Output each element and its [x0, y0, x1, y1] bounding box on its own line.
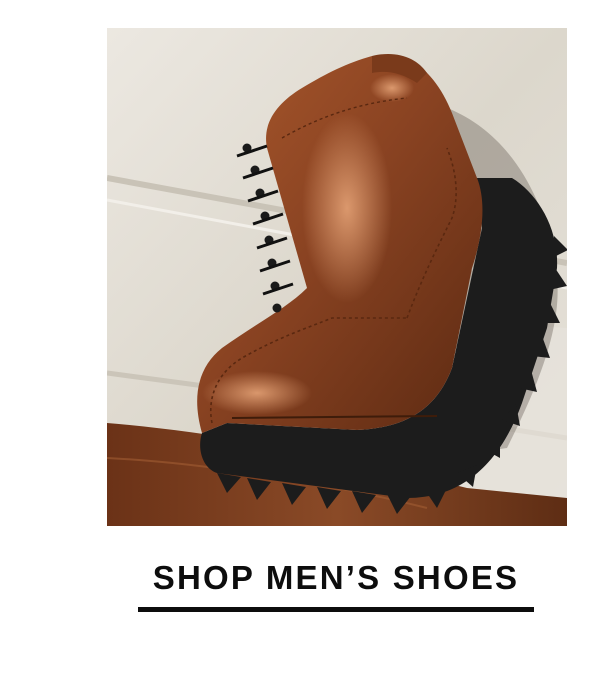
- shop-mens-shoes-label: SHOP MEN’S SHOES: [152, 559, 520, 596]
- boot-product-image: [107, 28, 567, 526]
- hero-image-link[interactable]: [107, 28, 567, 526]
- cta-underline: [138, 607, 534, 612]
- promo-page: SHOP MEN’S SHOES: [0, 0, 600, 686]
- shop-mens-shoes-button[interactable]: SHOP MEN’S SHOES: [138, 556, 534, 612]
